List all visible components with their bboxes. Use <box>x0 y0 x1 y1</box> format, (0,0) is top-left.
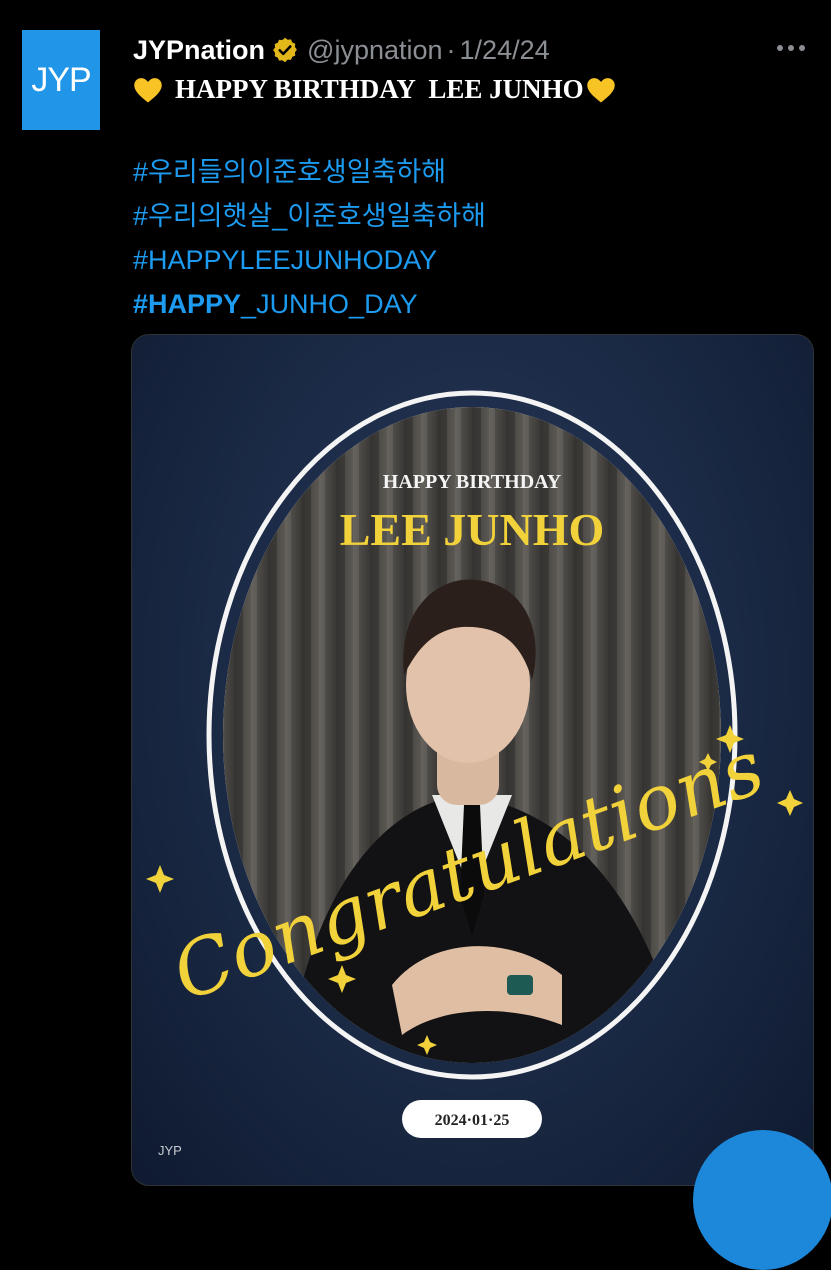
tweet-header: JYPnation @jypnation · 1/24/24 <box>133 30 550 70</box>
tweet-date[interactable]: 1/24/24 <box>460 35 550 66</box>
hashtag-link[interactable]: #HAPPYLEEJUNHODAY <box>133 238 486 282</box>
hashtag-link[interactable]: #우리의햇살_이준호생일축하해 <box>133 194 486 238</box>
more-options-button[interactable] <box>766 28 816 68</box>
handle[interactable]: @jypnation <box>307 35 443 66</box>
separator: · <box>446 34 456 65</box>
dot-icon <box>788 45 794 51</box>
jyp-logo: JYP <box>31 60 91 99</box>
account-avatar[interactable]: JYP <box>22 30 100 130</box>
birthday-poster: HAPPY BIRTHDAY LEE JUNHO Congratulations… <box>146 390 803 1158</box>
tweet-title: HAPPY BIRTHDAY LEE JUNHO <box>175 74 584 104</box>
tweet-media-image[interactable]: HAPPY BIRTHDAY LEE JUNHO Congratulations… <box>131 334 814 1186</box>
yellow-heart-icon <box>586 77 615 102</box>
yellow-heart-icon <box>134 77 162 102</box>
poster-name: LEE JUNHO <box>340 504 605 555</box>
dot-icon <box>799 45 805 51</box>
poster-date: 2024·01·25 <box>435 1112 510 1129</box>
hashtag-link[interactable]: #우리들의이준호생일축하해 <box>133 150 486 194</box>
poster-header: HAPPY BIRTHDAY <box>383 471 562 493</box>
hashtag-bold-part: #HAPPY <box>133 289 242 319</box>
hashtag-rest-part: _JUNHO_DAY <box>241 289 418 319</box>
poster-brand-logo: JYP <box>158 1143 182 1158</box>
tweet-text: HAPPY BIRTHDAY LEE JUNHO <box>133 74 616 105</box>
hashtag-list: #우리들의이준호생일축하해 #우리의햇살_이준호생일축하해 #HAPPYLEEJ… <box>133 150 486 326</box>
dot-icon <box>777 45 783 51</box>
compose-button[interactable] <box>693 1130 831 1270</box>
display-name[interactable]: JYPnation <box>133 35 265 66</box>
verified-badge-icon <box>273 37 297 63</box>
hashtag-link[interactable]: #HAPPY_JUNHO_DAY <box>133 282 486 326</box>
